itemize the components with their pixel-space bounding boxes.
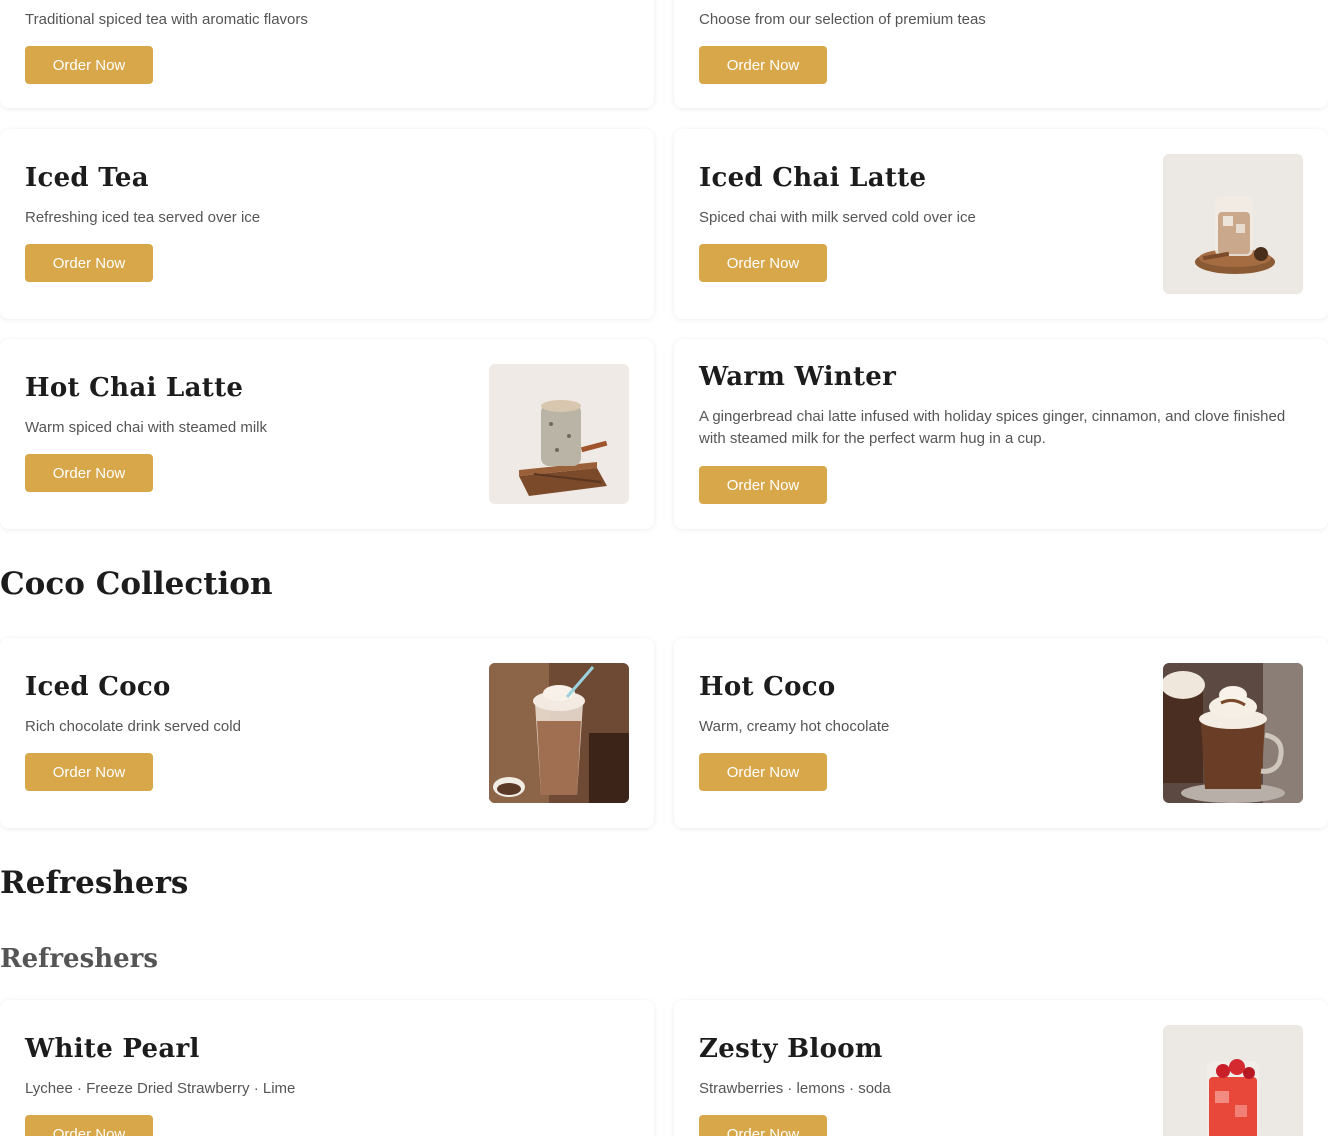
order-now-button[interactable]: Order Now bbox=[25, 753, 153, 791]
order-now-button[interactable]: Order Now bbox=[699, 753, 827, 791]
card-title: Hot Coco bbox=[699, 672, 836, 702]
card-title: White Pearl bbox=[25, 1034, 200, 1064]
card-description: Choose from our selection of premium tea… bbox=[699, 11, 986, 28]
menu-card-warm-winter: Warm Winter A gingerbread chai latte inf… bbox=[674, 339, 1328, 529]
card-description: Spiced chai with milk served cold over i… bbox=[699, 209, 976, 226]
card-title: Iced Coco bbox=[25, 672, 171, 702]
card-description: Warm, creamy hot chocolate bbox=[699, 718, 890, 735]
order-now-button[interactable]: Order Now bbox=[699, 466, 827, 504]
card-description: Lychee · Freeze Dried Strawberry · Lime bbox=[25, 1080, 296, 1097]
order-now-button[interactable]: Order Now bbox=[699, 1115, 827, 1136]
order-now-button[interactable]: Order Now bbox=[699, 46, 827, 84]
card-description: Refreshing iced tea served over ice bbox=[25, 209, 261, 226]
hot-chai-latte-image bbox=[489, 364, 629, 504]
menu-card-iced-coco: Iced Coco Rich chocolate drink served co… bbox=[0, 638, 654, 828]
iced-chai-latte-image bbox=[1163, 154, 1303, 294]
card-description: Strawberries · lemons · soda bbox=[699, 1080, 891, 1097]
card-description: Warm spiced chai with steamed milk bbox=[25, 419, 268, 436]
section-title-coco-collection: Coco Collection bbox=[0, 566, 273, 602]
order-now-button[interactable]: Order Now bbox=[25, 454, 153, 492]
card-title: Hot Chai Latte bbox=[25, 373, 244, 403]
iced-coco-image bbox=[489, 663, 629, 803]
menu-card-hot-chai-latte: Hot Chai Latte Warm spiced chai with ste… bbox=[0, 339, 654, 529]
hot-coco-image bbox=[1163, 663, 1303, 803]
order-now-button[interactable]: Order Now bbox=[699, 244, 827, 282]
subsection-title-refreshers: Refreshers bbox=[0, 944, 158, 974]
order-now-button[interactable]: Order Now bbox=[25, 46, 153, 84]
card-title: Warm Winter bbox=[699, 362, 897, 392]
menu-card: Choose from our selection of premium tea… bbox=[674, 0, 1328, 108]
menu-card-white-pearl: White Pearl Lychee · Freeze Dried Strawb… bbox=[0, 1000, 654, 1136]
card-title: Iced Chai Latte bbox=[699, 163, 927, 193]
card-title: Zesty Bloom bbox=[699, 1034, 883, 1064]
menu-card-zesty-bloom: Zesty Bloom Strawberries · lemons · soda… bbox=[674, 1000, 1328, 1136]
card-title: Iced Tea bbox=[25, 163, 149, 193]
order-now-button[interactable]: Order Now bbox=[25, 1115, 153, 1136]
card-description: Rich chocolate drink served cold bbox=[25, 718, 241, 735]
zesty-bloom-image bbox=[1163, 1025, 1303, 1136]
menu-card-iced-tea: Iced Tea Refreshing iced tea served over… bbox=[0, 129, 654, 319]
section-title-refreshers: Refreshers bbox=[0, 865, 189, 901]
order-now-button[interactable]: Order Now bbox=[25, 244, 153, 282]
card-description: A gingerbread chai latte infused with ho… bbox=[699, 408, 1286, 447]
card-description: Traditional spiced tea with aromatic fla… bbox=[25, 11, 308, 28]
menu-card-iced-chai-latte: Iced Chai Latte Spiced chai with milk se… bbox=[674, 129, 1328, 319]
menu-card: Traditional spiced tea with aromatic fla… bbox=[0, 0, 654, 108]
menu-card-hot-coco: Hot Coco Warm, creamy hot chocolate Orde… bbox=[674, 638, 1328, 828]
